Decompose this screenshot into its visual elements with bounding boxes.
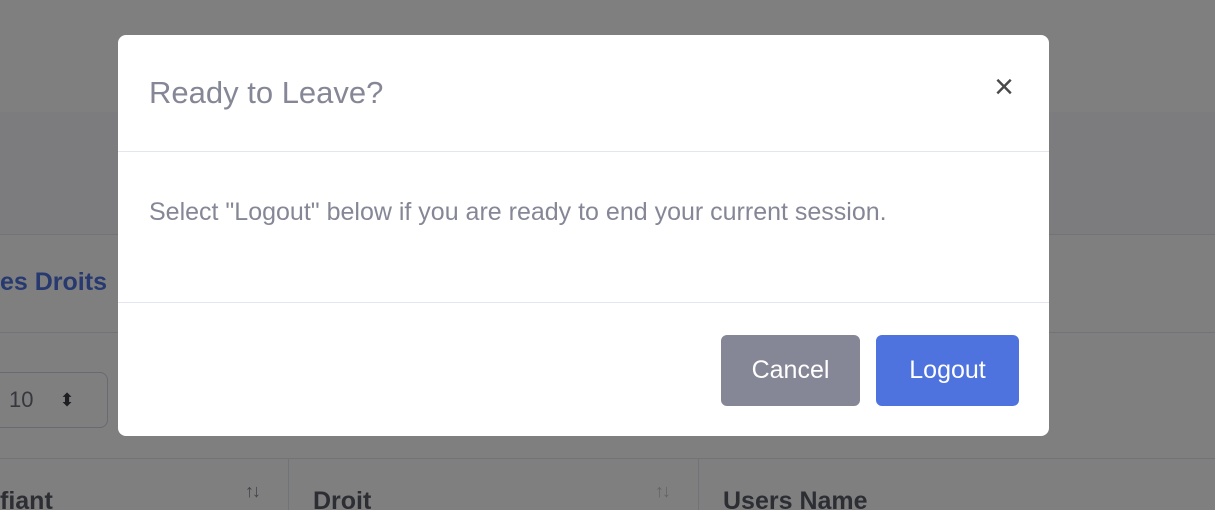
modal-header: Ready to Leave? × (118, 35, 1049, 152)
cancel-button[interactable]: Cancel (721, 335, 860, 406)
logout-modal: Ready to Leave? × Select "Logout" below … (118, 35, 1049, 436)
modal-body: Select "Logout" below if you are ready t… (118, 152, 1049, 303)
close-icon[interactable]: × (990, 70, 1018, 104)
logout-button[interactable]: Logout (876, 335, 1019, 406)
modal-footer: Cancel Logout (118, 303, 1049, 436)
page: es Droits 10 ⬍ fiant ↑↓ Droit ↑↓ Users N… (0, 0, 1215, 510)
modal-message: Select "Logout" below if you are ready t… (149, 198, 887, 226)
modal-title: Ready to Leave? (149, 75, 384, 110)
